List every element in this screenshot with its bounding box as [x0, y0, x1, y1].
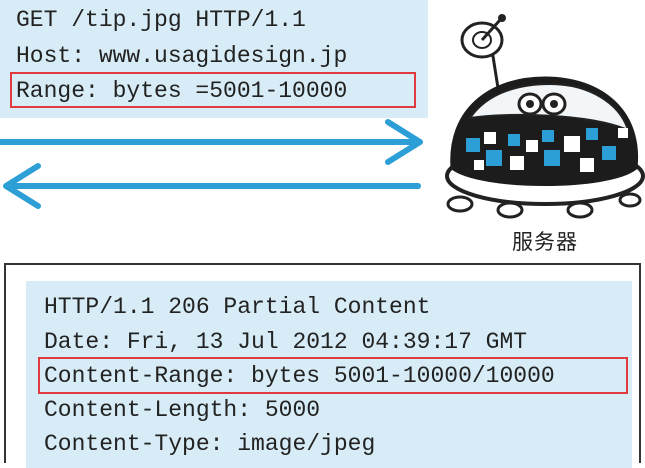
request-range-header: Range: bytes =5001-10000 — [16, 78, 348, 104]
response-content-type-header: Content-Type: image/jpeg — [44, 431, 376, 457]
response-status-line: HTTP/1.1 206 Partial Content — [44, 294, 431, 320]
response-message-box: HTTP/1.1 206 Partial Content Date: Fri, … — [26, 281, 632, 468]
request-response-arrows — [0, 119, 423, 209]
request-arrow-right — [0, 119, 423, 165]
response-content-range-header: Content-Range: bytes 5001-10000/10000 — [44, 363, 555, 389]
response-date-header: Date: Fri, 13 Jul 2012 04:39:17 GMT — [44, 329, 528, 355]
request-message-box: GET /tip.jpg HTTP/1.1 Host: www.usagides… — [0, 0, 428, 118]
robot-server-icon — [445, 14, 645, 219]
response-content-length-header: Content-Length: 5000 — [44, 397, 321, 423]
request-host-header: Host: www.usagidesign.jp — [16, 43, 348, 69]
server-label: 服务器 — [512, 230, 578, 254]
request-line: GET /tip.jpg HTTP/1.1 — [16, 7, 306, 33]
response-arrow-left — [3, 163, 421, 209]
